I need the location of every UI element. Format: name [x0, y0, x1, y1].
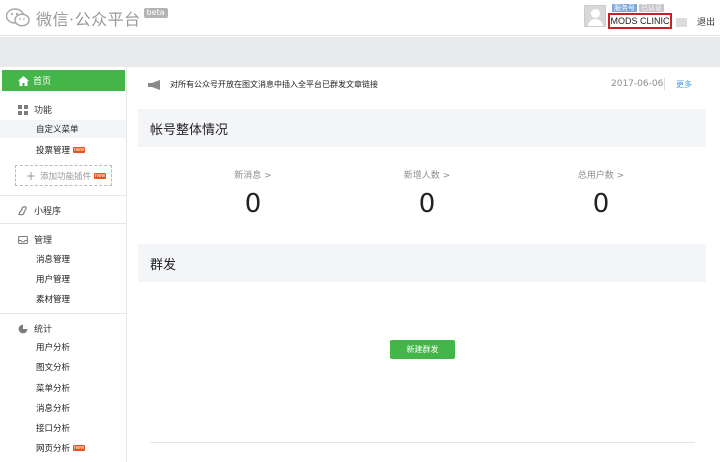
sidebar-item-label: 接口分析: [36, 424, 71, 434]
sidebar-item-label: 消息管理: [36, 255, 71, 265]
section-statistics: 统计: [18, 322, 52, 335]
add-plugin-label: 添加功能插件: [40, 171, 92, 182]
section-title-label: 统计: [34, 325, 53, 335]
announcement-date: 2017-06-06: [611, 79, 664, 89]
sidebar-item-vote-management[interactable]: 投票管理 new: [36, 144, 86, 156]
overview-title: 帐号整体情况: [138, 109, 706, 147]
stat-value: 0: [592, 189, 610, 219]
stat-value: 0: [244, 189, 262, 219]
sidebar-item-label: 素材管理: [36, 295, 71, 305]
section-title-label: 功能: [34, 106, 53, 116]
sidebar-item-api-analysis[interactable]: 接口分析: [36, 422, 70, 434]
stat-total-users[interactable]: 总用户数 > 0: [541, 168, 661, 219]
sidebar-item-materials[interactable]: 素材管理: [36, 293, 70, 305]
header-band: [0, 37, 720, 67]
new-broadcast-button[interactable]: 新建群发: [390, 340, 455, 359]
stat-new-messages[interactable]: 新消息 > 0: [193, 168, 313, 219]
miniprogram-icon: [18, 205, 28, 216]
account-badges: 服务号 已认证: [612, 4, 664, 12]
sidebar-item-web-analysis[interactable]: 网页分析 new: [36, 442, 86, 454]
more-link[interactable]: 更多: [676, 79, 692, 90]
section-features: 功能: [18, 103, 52, 116]
sidebar-item-home[interactable]: 首页: [2, 70, 125, 91]
stat-new-followers[interactable]: 新增人数 > 0: [367, 168, 487, 219]
sidebar-item-label: 菜单分析: [36, 384, 71, 394]
beta-badge: beta: [143, 8, 168, 18]
sidebar-item-label: 图文分析: [36, 363, 71, 373]
divider: [664, 78, 665, 90]
sidebar-item-label: 用户管理: [36, 275, 71, 285]
sidebar-item-miniprogram[interactable]: 小程序: [18, 204, 61, 217]
new-badge: new: [73, 147, 86, 153]
inbox-icon: [18, 235, 28, 245]
sidebar-item-label: 自定义菜单: [36, 125, 79, 135]
sidebar-item-user-analysis[interactable]: 用户分析: [36, 341, 70, 353]
divider: [0, 223, 126, 224]
section-title-label: 管理: [34, 236, 53, 246]
sidebar-item-users[interactable]: 用户管理: [36, 273, 70, 285]
sidebar-item-label: 用户分析: [36, 343, 71, 353]
stat-value: 0: [418, 189, 436, 219]
verified-badge: 已认证: [639, 4, 664, 12]
sidebar-item-message-analysis[interactable]: 消息分析: [36, 402, 70, 414]
top-header: 微信·公众平台 beta 服务号 已认证 MODS CLINIC 退出: [0, 0, 720, 36]
service-account-badge: 服务号: [612, 4, 637, 12]
sidebar-item-article-analysis[interactable]: 图文分析: [36, 361, 70, 373]
divider: [0, 195, 126, 196]
broadcast-title: 群发: [138, 244, 706, 282]
wechat-icon: [5, 8, 30, 28]
stat-label: 新增人数 >: [403, 171, 451, 181]
divider: [0, 313, 126, 314]
section-management: 管理: [18, 233, 52, 246]
pie-chart-icon: [18, 324, 28, 334]
stat-label: 总用户数 >: [577, 171, 625, 181]
wechat-logo[interactable]: 微信·公众平台 beta: [5, 6, 168, 30]
platform-title: 微信·公众平台: [36, 10, 141, 29]
new-badge: new: [73, 445, 86, 451]
announcement-bar: 对所有公众号开放在图文消息中插入全平台已群发文章链接 2017-06-06 更多: [148, 76, 696, 92]
sidebar-item-label: 投票管理: [36, 146, 71, 156]
sidebar-item-menu-analysis[interactable]: 菜单分析: [36, 382, 70, 394]
plus-icon: +: [26, 168, 37, 183]
grid-icon: [18, 104, 28, 115]
section-title-label: 小程序: [34, 207, 62, 217]
sidebar: 首页 功能 自定义菜单 投票管理 new + 添加功能插件 new 小程序 管理…: [0, 67, 127, 462]
stat-label: 新消息 >: [234, 171, 272, 181]
home-icon: [18, 75, 29, 86]
sidebar-item-label: 首页: [33, 77, 52, 87]
sidebar-item-label: 网页分析: [36, 444, 71, 454]
sidebar-item-custom-menu[interactable]: 自定义菜单: [0, 120, 126, 138]
new-badge: new: [94, 172, 107, 179]
speaker-icon: [148, 79, 162, 90]
announcement-text[interactable]: 对所有公众号开放在图文消息中插入全平台已群发文章链接: [170, 79, 378, 90]
message-icon[interactable]: [676, 18, 687, 27]
account-name[interactable]: MODS CLINIC: [608, 13, 672, 29]
avatar[interactable]: [584, 5, 606, 27]
sidebar-item-messages[interactable]: 消息管理: [36, 253, 70, 265]
add-plugin-button[interactable]: + 添加功能插件 new: [15, 165, 112, 186]
divider: [150, 442, 695, 443]
logout-link[interactable]: 退出: [697, 15, 715, 28]
sidebar-item-label: 消息分析: [36, 404, 71, 414]
